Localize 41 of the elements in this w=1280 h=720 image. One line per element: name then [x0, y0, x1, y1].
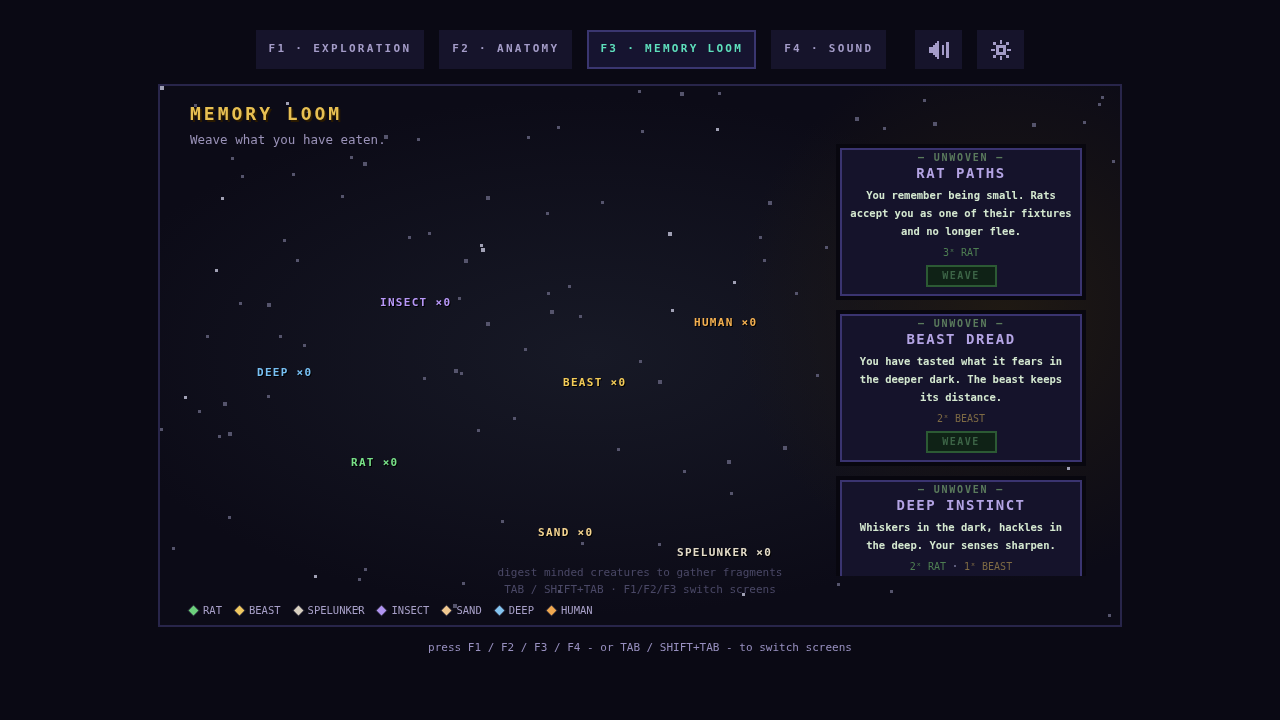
creature-node-label: BEAST ×0 [563, 376, 627, 390]
settings-button[interactable] [977, 30, 1025, 69]
card-status: — UNWOVEN — [918, 151, 1004, 165]
card-description: You remember being small. Rats accept you as one of their fixtures and no longer flee. [849, 188, 1073, 239]
card-title: DEEP INSTINCT [896, 497, 1026, 513]
settings-icon [990, 39, 1011, 60]
cost-label: 3ˣ RAT [942, 246, 980, 260]
screen-subtitle: Weave what you have eaten. [190, 131, 386, 149]
card-status: — UNWOVEN — [918, 483, 1004, 497]
footer-hint: press F1 / F2 / F3 / F4 - or TAB / SHIFT+TAB - to switch screens [428, 641, 852, 655]
card-title: BEAST DREAD [906, 331, 1016, 347]
legend-label: BEAST [248, 604, 281, 616]
screen-tab[interactable]: F1 · EXPLORATION [255, 30, 425, 69]
creature-node-label: DEEP ×0 [257, 366, 313, 380]
legend-label: SPELUNKER [307, 604, 365, 616]
cost-separator: · [951, 560, 958, 574]
speaker-icon [928, 40, 949, 59]
card-title: RAT PATHS [916, 165, 1006, 181]
creature-node-label: HUMAN ×0 [694, 316, 758, 330]
screen-title: MEMORY LOOM [190, 103, 343, 125]
screen-tab[interactable]: F4 · SOUND [771, 30, 887, 69]
creature-node-label: INSECT ×0 [380, 296, 452, 310]
cost-label: 1ˣ BEAST [964, 560, 1013, 574]
cost-label: 2ˣ RAT [909, 560, 946, 574]
legend-label: INSECT [391, 604, 430, 616]
legend-label: DEEP [508, 604, 534, 616]
legend-label: HUMAN [561, 604, 593, 616]
legend-label: SAND [456, 604, 482, 616]
sound-button[interactable] [915, 30, 963, 69]
creature-node-label: RAT ×0 [351, 456, 399, 470]
screen-tab[interactable]: F2 · ANATOMY [439, 30, 573, 69]
card-description: You have tasted what it fears in the deeper dark. The beast keeps its distance. [858, 354, 1064, 405]
hint-text: digest minded creatures to gather fragments [497, 565, 783, 581]
hint-text: TAB / SHIFT+TAB · F1/F2/F3 switch screens [504, 582, 776, 598]
creature-node-label: SAND ×0 [538, 526, 594, 540]
screen-tab[interactable]: F3 · MEMORY LOOM [587, 30, 757, 69]
card-description: Whiskers in the dark, hackles in the deep. Your senses sharpen. [858, 520, 1064, 553]
creature-node-label: SPELUNKER ×0 [677, 546, 773, 560]
card-status: — UNWOVEN — [918, 317, 1004, 331]
cost-label: 2ˣ BEAST [936, 412, 986, 426]
legend-label: RAT [203, 604, 222, 616]
